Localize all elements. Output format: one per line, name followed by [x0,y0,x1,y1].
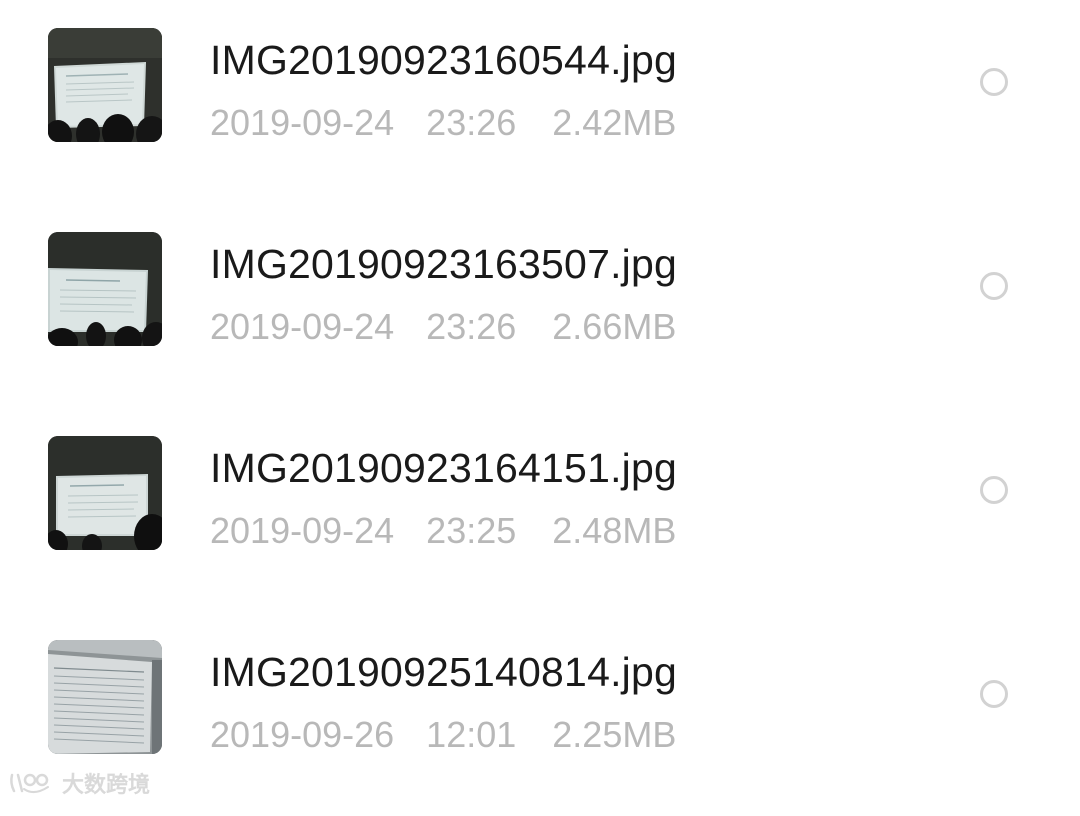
file-name: IMG20190923160544.jpg [210,37,677,83]
file-date: 2019-09-24 [210,102,395,143]
photo-thumbnail-icon [48,232,162,346]
select-radio[interactable] [980,68,1008,96]
file-row[interactable]: IMG20190923160544.jpg 2019-09-24 23:26 2… [0,0,1080,204]
select-radio[interactable] [980,476,1008,504]
file-size: 2.66MB [552,306,677,347]
brand-logo-icon [10,773,49,793]
file-row[interactable]: IMG20190923163507.jpg 2019-09-24 23:26 2… [0,204,1080,408]
file-date: 2019-09-24 [210,306,395,347]
file-name: IMG20190923163507.jpg [210,241,677,287]
select-radio[interactable] [980,272,1008,300]
file-name: IMG20190923164151.jpg [210,445,677,491]
file-time: 23:26 [426,102,517,143]
file-row[interactable]: IMG20190923164151.jpg 2019-09-24 23:25 2… [0,408,1080,612]
file-list: IMG20190923160544.jpg 2019-09-24 23:26 2… [0,0,1080,804]
file-meta: 2019-09-24 23:26 2.66MB [210,302,676,352]
file-meta: 2019-09-26 12:01 2.25MB [210,710,676,760]
file-size: 2.42MB [552,102,677,143]
file-time: 12:01 [426,714,517,755]
file-size: 2.25MB [552,714,677,755]
photo-thumbnail-icon [48,436,162,550]
file-row[interactable]: IMG20190925140814.jpg 2019-09-26 12:01 2… [0,612,1080,816]
photo-thumbnail-icon [48,28,162,142]
watermark: 大数跨境 [8,768,150,798]
photo-thumbnail-icon [48,640,162,754]
file-size: 2.48MB [552,510,677,551]
file-date: 2019-09-24 [210,510,395,551]
file-name: IMG20190925140814.jpg [210,649,677,695]
file-time: 23:26 [426,306,517,347]
file-meta: 2019-09-24 23:26 2.42MB [210,98,676,148]
file-meta: 2019-09-24 23:25 2.48MB [210,506,676,556]
file-time: 23:25 [426,510,517,551]
watermark-text: 大数跨境 [62,773,151,798]
select-radio[interactable] [980,680,1008,708]
file-date: 2019-09-26 [210,714,395,755]
